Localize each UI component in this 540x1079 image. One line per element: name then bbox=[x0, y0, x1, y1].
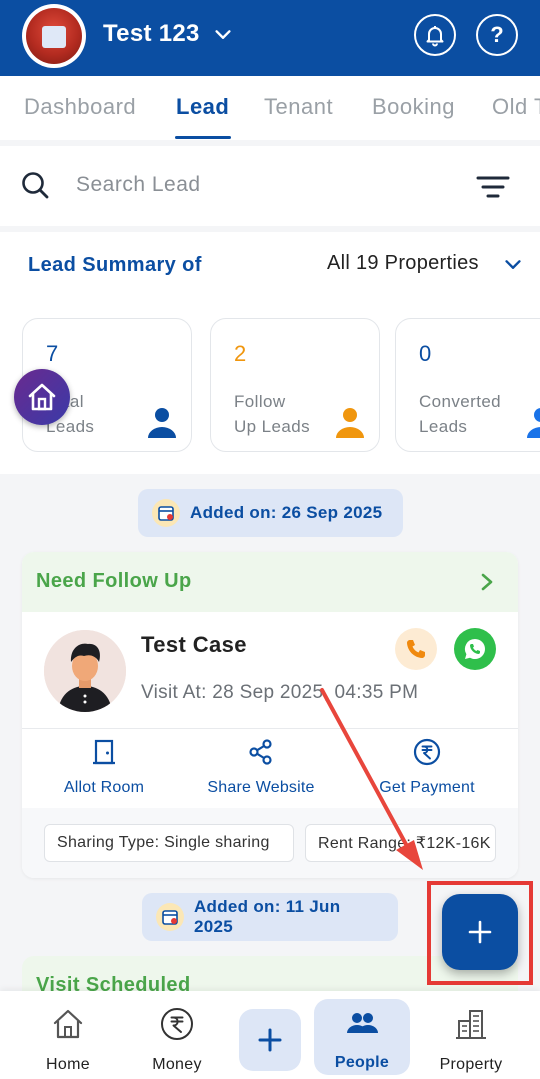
help-button[interactable]: ? bbox=[476, 14, 518, 56]
whatsapp-icon bbox=[464, 638, 485, 659]
lead-name[interactable]: Test Case bbox=[141, 632, 247, 658]
logo-image bbox=[26, 8, 82, 64]
nav-home[interactable]: Home bbox=[20, 991, 116, 1079]
bell-icon bbox=[426, 26, 444, 47]
property-logo[interactable] bbox=[22, 4, 86, 68]
lead-status-label: Need Follow Up bbox=[36, 570, 192, 592]
divider bbox=[22, 728, 518, 729]
chevron-right-icon bbox=[481, 573, 493, 591]
highlight-box bbox=[427, 881, 533, 985]
calendar-icon bbox=[156, 903, 184, 931]
tab-booking[interactable]: Booking bbox=[372, 94, 455, 120]
added-on-date: Added on: 11 Jun 2025 bbox=[193, 897, 341, 936]
house-icon bbox=[28, 383, 56, 411]
stat-count: 7 bbox=[46, 341, 59, 366]
tab-lead[interactable]: Lead bbox=[176, 94, 229, 120]
allot-room-button[interactable]: Allot Room bbox=[58, 738, 150, 797]
lead-card[interactable]: Need Follow Up Test Case Visit At: 28 Se… bbox=[22, 552, 518, 878]
action-label: Share Website bbox=[207, 779, 315, 796]
building-icon bbox=[456, 1010, 486, 1039]
people-icon bbox=[347, 1013, 378, 1033]
plus-icon bbox=[258, 1028, 282, 1052]
rupee-icon bbox=[161, 1008, 193, 1040]
phone-icon bbox=[407, 640, 425, 658]
nav-label: Home bbox=[46, 1056, 90, 1073]
app-header: Test 123 ? bbox=[0, 0, 540, 76]
call-button[interactable] bbox=[395, 628, 437, 670]
nav-people[interactable]: People bbox=[314, 999, 410, 1075]
nav-label: Property bbox=[439, 1056, 503, 1073]
nav-money[interactable]: Money bbox=[129, 991, 225, 1079]
property-selector[interactable]: All 19 Properties bbox=[327, 252, 479, 275]
search-input[interactable] bbox=[76, 170, 436, 200]
account-name[interactable]: Test 123 bbox=[103, 20, 200, 48]
added-on-chip: Added on: 11 Jun 2025 bbox=[142, 893, 398, 941]
calendar-icon bbox=[152, 499, 180, 527]
get-payment-button[interactable]: Get Payment bbox=[372, 738, 482, 797]
help-icon: ? bbox=[490, 22, 504, 47]
door-icon bbox=[93, 739, 115, 765]
search-icon bbox=[22, 172, 49, 199]
summary-title: Lead Summary of bbox=[28, 254, 202, 276]
tab-dashboard[interactable]: Dashboard bbox=[24, 94, 136, 120]
rent-range-tag: Rent Range: ₹12K-16K bbox=[305, 824, 496, 862]
share-icon bbox=[249, 739, 272, 765]
added-on-chip: Added on: 26 Sep 2025 bbox=[138, 489, 403, 537]
visit-time: Visit At: 28 Sep 2025, 04:35 PM bbox=[141, 682, 419, 703]
avatar bbox=[44, 630, 126, 712]
rupee-icon bbox=[413, 738, 441, 766]
chevron-down-icon[interactable] bbox=[502, 254, 524, 276]
person-icon bbox=[148, 408, 176, 438]
whatsapp-button[interactable] bbox=[454, 628, 496, 670]
stat-count: 2 bbox=[234, 341, 247, 366]
stat-count: 0 bbox=[419, 341, 432, 366]
action-label: Allot Room bbox=[63, 779, 145, 796]
lead-summary: Lead Summary of All 19 Properties 7 Tota… bbox=[0, 232, 540, 474]
share-website-button[interactable]: Share Website bbox=[200, 738, 322, 797]
home-icon bbox=[53, 1009, 83, 1039]
nav-label: People bbox=[334, 1054, 390, 1071]
filter-icon[interactable] bbox=[476, 174, 510, 200]
stat-label: Converted Leads bbox=[419, 392, 502, 436]
lead-status-bar[interactable]: Need Follow Up bbox=[22, 552, 518, 612]
stat-card-follow-up[interactable]: 2 Follow Up Leads bbox=[210, 318, 380, 452]
bottom-navigation: Home Money People Property bbox=[0, 991, 540, 1079]
person-icon bbox=[527, 408, 540, 438]
lead-tags: Sharing Type: Single sharing Rent Range:… bbox=[22, 808, 518, 878]
search-bar bbox=[0, 146, 540, 226]
stat-label: Follow Up Leads bbox=[234, 392, 310, 436]
stat-card-converted[interactable]: 0 Converted Leads bbox=[395, 318, 540, 452]
sharing-type-tag: Sharing Type: Single sharing bbox=[44, 824, 294, 862]
person-icon bbox=[336, 408, 364, 438]
tab-old[interactable]: Old T bbox=[492, 94, 540, 120]
added-on-date: Added on: 26 Sep 2025 bbox=[190, 503, 383, 522]
tab-tenant[interactable]: Tenant bbox=[264, 94, 333, 120]
action-label: Get Payment bbox=[379, 779, 475, 796]
nav-property[interactable]: Property bbox=[423, 991, 519, 1079]
floating-home-button[interactable] bbox=[14, 369, 70, 425]
quick-add-button[interactable] bbox=[239, 1009, 301, 1071]
chevron-down-icon[interactable] bbox=[212, 24, 234, 46]
main-tabs: Dashboard Lead Tenant Booking Old T bbox=[0, 76, 540, 140]
nav-label: Money bbox=[152, 1056, 202, 1073]
active-tab-indicator bbox=[175, 136, 231, 139]
notifications-button[interactable] bbox=[414, 14, 456, 56]
